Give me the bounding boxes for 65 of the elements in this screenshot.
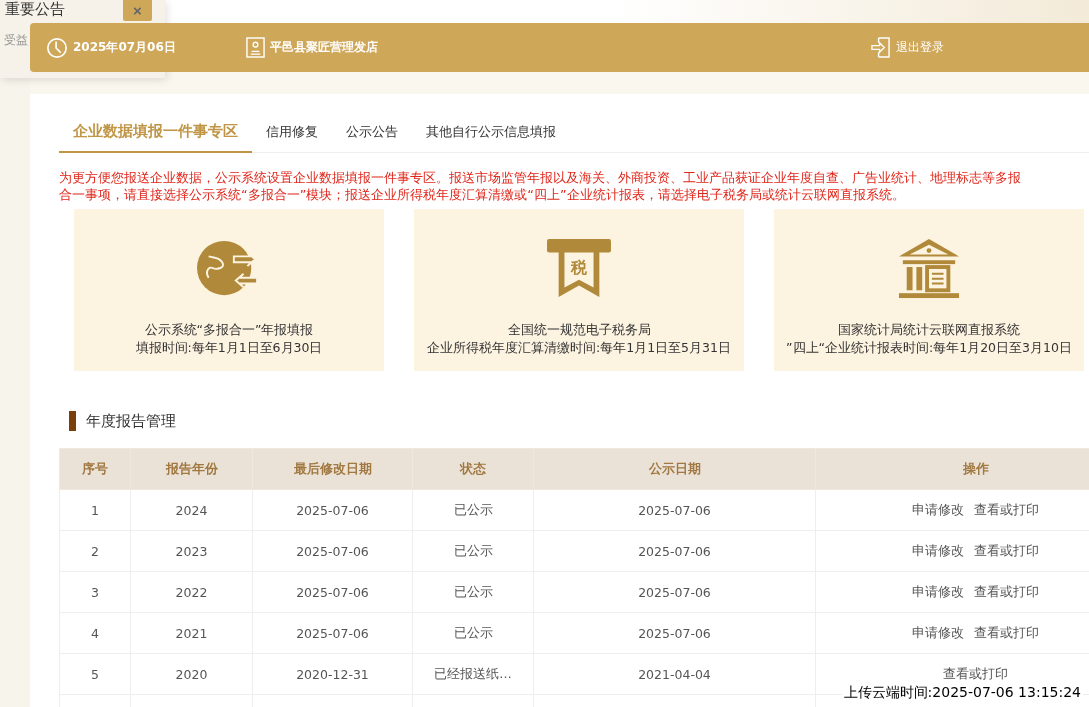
table-cell: 2021 bbox=[130, 612, 253, 654]
action-link[interactable]: 申请修改 bbox=[912, 542, 964, 558]
table-cell: 2022 bbox=[130, 571, 253, 613]
table-cell: 2025-07-06 bbox=[252, 612, 413, 654]
card-subtitle: 企业所得税年度汇算清缴时间:每年1月1日至5月31日 bbox=[427, 339, 731, 357]
table-cell: 2020 bbox=[130, 653, 253, 695]
tax-label: 税 bbox=[571, 257, 587, 277]
service-card[interactable]: 税 全国统一规范电子税务局 企业所得税年度汇算清缴时间:每年1月1日至5月31日 bbox=[414, 209, 744, 371]
column-header: 操作 bbox=[815, 448, 1089, 490]
table-cell: 3 bbox=[59, 571, 131, 613]
badge-icon bbox=[245, 37, 265, 58]
tab[interactable]: 公示公告 bbox=[332, 114, 412, 153]
table-cell: 2025-07-06 bbox=[533, 489, 816, 531]
notice-text: 为更方便您报送企业数据，公示系统设置企业数据填报一件事专区。报送市场监管年报以及海关、外商投资、工业产品获证企业年度自查、广告业统计、地理标志等多报 bbox=[59, 169, 1022, 186]
column-header: 最后修改日期 bbox=[252, 448, 413, 490]
card-title: 全国统一规范电子税务局 bbox=[507, 321, 651, 339]
table-cell: 2025-07-06 bbox=[252, 571, 413, 613]
column-header: 公示日期 bbox=[533, 448, 816, 490]
action-link[interactable]: 查看或打印 bbox=[974, 583, 1039, 599]
table-cell: 4 bbox=[59, 612, 131, 654]
card-title: 国家统计局统计云联网直报系统 bbox=[838, 321, 1020, 339]
table-cell: 2023 bbox=[130, 530, 253, 572]
action-link[interactable]: 查看或打印 bbox=[974, 542, 1039, 558]
table-cell: 已公示 bbox=[412, 530, 534, 572]
column-header: 序号 bbox=[59, 448, 131, 490]
table-cell: 2025-07-06 bbox=[533, 571, 816, 613]
action-link[interactable]: 查看或打印 bbox=[943, 665, 1008, 681]
table-cell: 5 bbox=[59, 653, 131, 695]
shop-name: 平邑县聚匠营理发店 bbox=[269, 39, 378, 56]
table-cell: 2021-04-04 bbox=[533, 653, 816, 695]
upload-time: 上传云端时间:2025-07-06 13:15:24 bbox=[841, 684, 1083, 702]
table-cell: 已公示 bbox=[412, 489, 534, 531]
column-header: 报告年份 bbox=[130, 448, 253, 490]
section-title: 年度报告管理 bbox=[86, 411, 176, 431]
clock-icon bbox=[46, 36, 68, 59]
card-title: 公示系统“多报合一”年报填报 bbox=[144, 321, 314, 339]
column-header: 状态 bbox=[412, 448, 534, 490]
card-subtitle: ”四上“企业统计报表时间:每年1月20日至3月10日 bbox=[786, 339, 1072, 357]
table-cell: 2025-07-06 bbox=[252, 530, 413, 572]
logout-icon bbox=[870, 37, 890, 58]
table-cell: 1 bbox=[59, 489, 131, 531]
service-card[interactable]: 公示系统“多报合一”年报填报 填报时间:每年1月1日至6月30日 bbox=[74, 209, 384, 371]
table-cell: 2 bbox=[59, 530, 131, 572]
action-link[interactable]: 查看或打印 bbox=[974, 624, 1039, 640]
popup-title: 重要公告 bbox=[5, 0, 65, 19]
action-link[interactable]: 申请修改 bbox=[912, 501, 964, 517]
action-link[interactable]: 申请修改 bbox=[912, 583, 964, 599]
tab[interactable]: 其他自行公示信息填报 bbox=[412, 114, 570, 153]
notice-text: 合一事项，请直接选择公示系统“多报合一”模块；报送企业所得税年度汇算清缴或“四上”企业统计报表，请选择电子税务局或统计云联网直报系统。 bbox=[59, 186, 906, 203]
action-link[interactable]: 申请修改 bbox=[912, 624, 964, 640]
table-cell: 已公示 bbox=[412, 612, 534, 654]
popup-text: 受益 bbox=[4, 32, 28, 49]
table-cell: 2025-07-06 bbox=[252, 489, 413, 531]
section-marker bbox=[69, 411, 76, 431]
table-cell: 已经报送纸… bbox=[412, 653, 534, 695]
date-text: 2025年07月06日 bbox=[73, 39, 176, 56]
service-card[interactable]: 国家统计局统计云联网直报系统 ”四上“企业统计报表时间:每年1月20日至3月10日 bbox=[774, 209, 1084, 371]
table-cell: 2020-12-31 bbox=[252, 653, 413, 695]
table-cell: 已公示 bbox=[412, 571, 534, 613]
table-cell: 2025-07-06 bbox=[533, 530, 816, 572]
tab[interactable]: 信用修复 bbox=[252, 114, 332, 153]
card-subtitle: 填报时间:每年1月1日至6月30日 bbox=[135, 339, 323, 357]
table-cell: 2025-07-06 bbox=[533, 612, 816, 654]
table-cell: 2024 bbox=[130, 489, 253, 531]
action-link[interactable]: 查看或打印 bbox=[974, 501, 1039, 517]
